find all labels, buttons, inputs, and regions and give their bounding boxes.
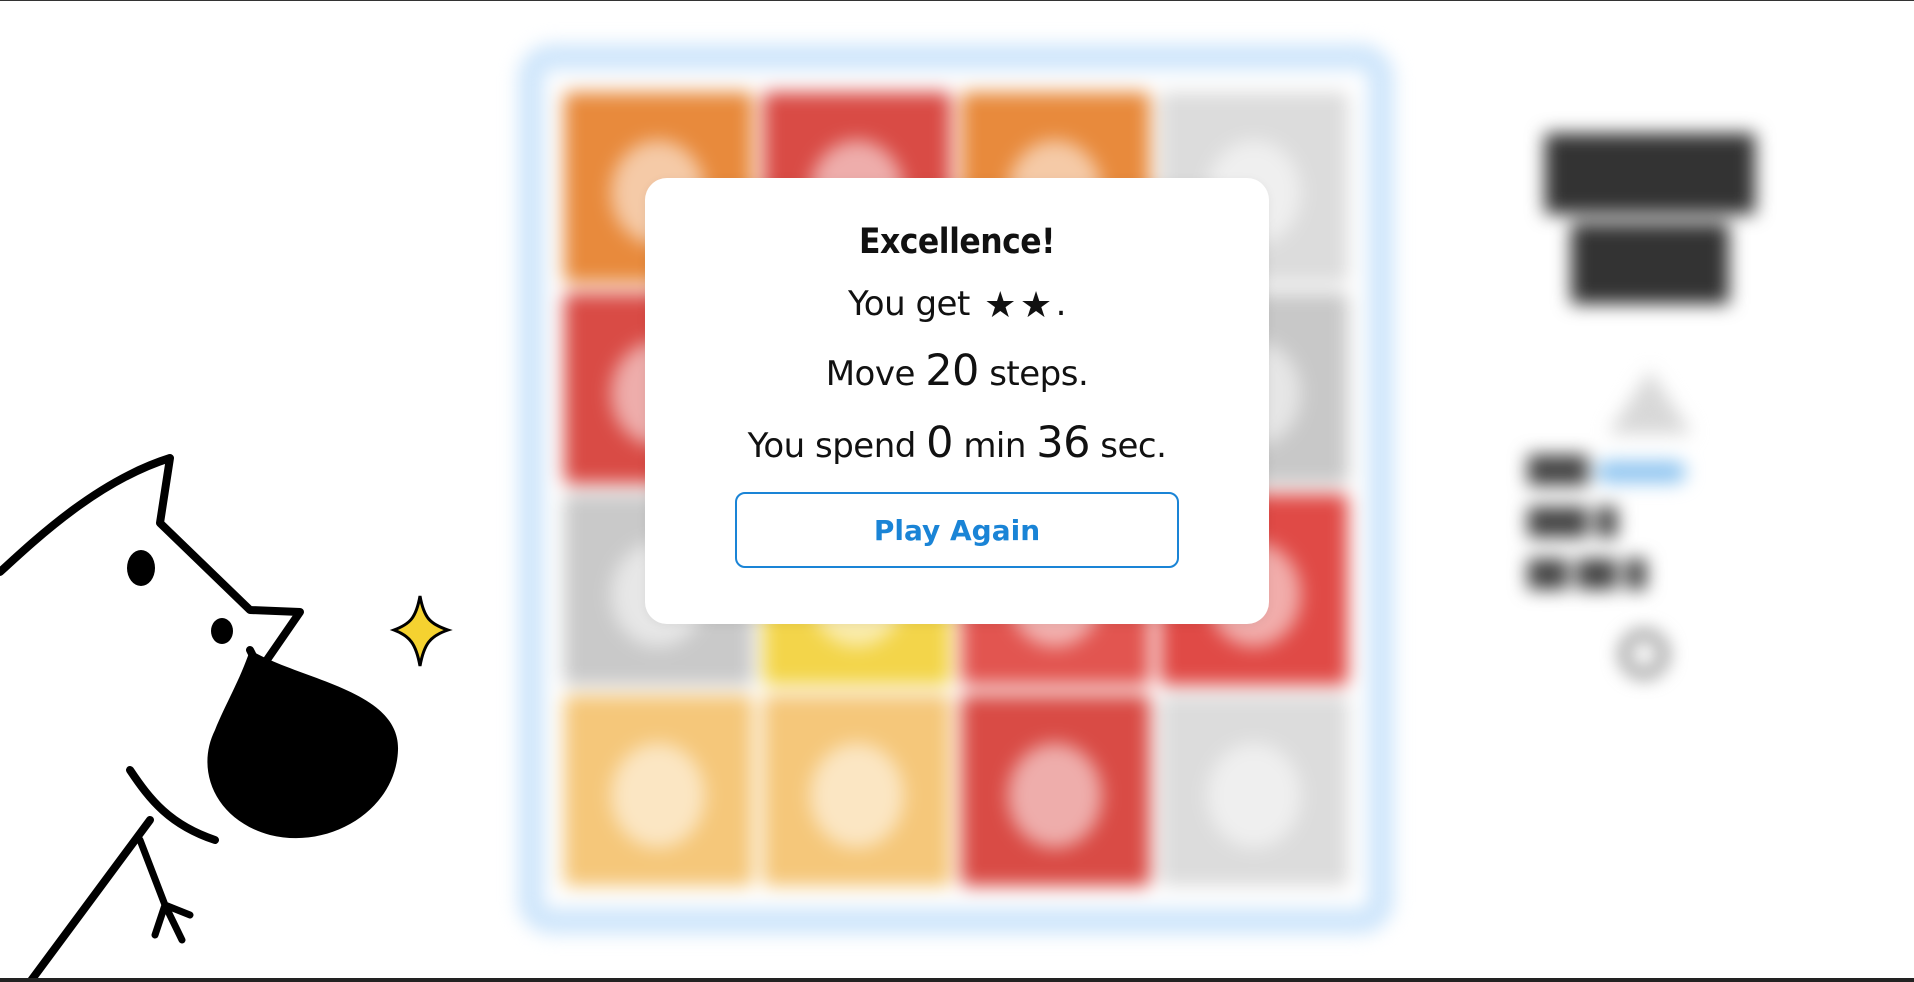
rating-line: You get ★ ★. <box>645 284 1269 324</box>
dog-doodle-illustration <box>0 454 453 982</box>
seconds-label: sec. <box>1100 426 1167 466</box>
moves-line: Move 20 steps. <box>645 346 1269 396</box>
time-prefix: You spend <box>747 426 917 466</box>
refresh-icon <box>1620 630 1668 678</box>
raccoon-card[interactable] <box>1159 695 1348 886</box>
sidebar-time-row: ██ ██ █ <box>1528 560 1647 590</box>
dog-eye-right <box>211 618 233 644</box>
star-icon: ★ <box>1019 285 1052 326</box>
seconds-value: 36 <box>1036 418 1090 468</box>
rating-suffix: . <box>1055 284 1067 324</box>
card-figure <box>1008 742 1103 848</box>
triangle-icon <box>1608 370 1692 434</box>
bear-card[interactable] <box>564 695 753 886</box>
minutes-label: min <box>963 426 1026 466</box>
dog-eye-left <box>127 550 155 586</box>
game-page: ████ ███ ███ ███ █ ██ ██ █ Excellence! Yo… <box>0 0 1914 982</box>
moves-prefix: Move <box>825 354 916 394</box>
sidebar-rating-row: ███ <box>1528 456 1820 486</box>
minutes-value: 0 <box>926 418 953 468</box>
star-icon: ★ <box>984 285 1016 326</box>
bear-card[interactable] <box>762 695 951 886</box>
sidebar-title: ████ ███ <box>1545 135 1755 304</box>
card-figure <box>809 742 904 848</box>
dog-body-scribble <box>207 650 399 839</box>
rating-stars: ★ ★ <box>984 288 1052 324</box>
rating-prefix: You get <box>848 284 970 324</box>
sidebar-rating-bar <box>1596 460 1686 483</box>
card-figure <box>1206 742 1301 848</box>
moves-suffix: steps. <box>989 354 1089 394</box>
sidebar: ████ ███ ███ ███ █ ██ ██ █ <box>1480 130 1820 678</box>
card-figure <box>611 742 706 848</box>
sparkle-icon <box>389 595 453 667</box>
time-line: You spend 0 min 36 sec. <box>645 418 1269 468</box>
bottom-border <box>0 978 1914 982</box>
moves-count: 20 <box>925 346 979 396</box>
play-again-button[interactable]: Play Again <box>735 492 1179 568</box>
result-modal: Excellence! You get ★ ★. Move 20 steps. Y… <box>645 178 1269 624</box>
modal-title: Excellence! <box>858 222 1056 262</box>
cat-card[interactable] <box>961 695 1150 886</box>
sidebar-moves-row: ███ █ <box>1528 508 1618 538</box>
